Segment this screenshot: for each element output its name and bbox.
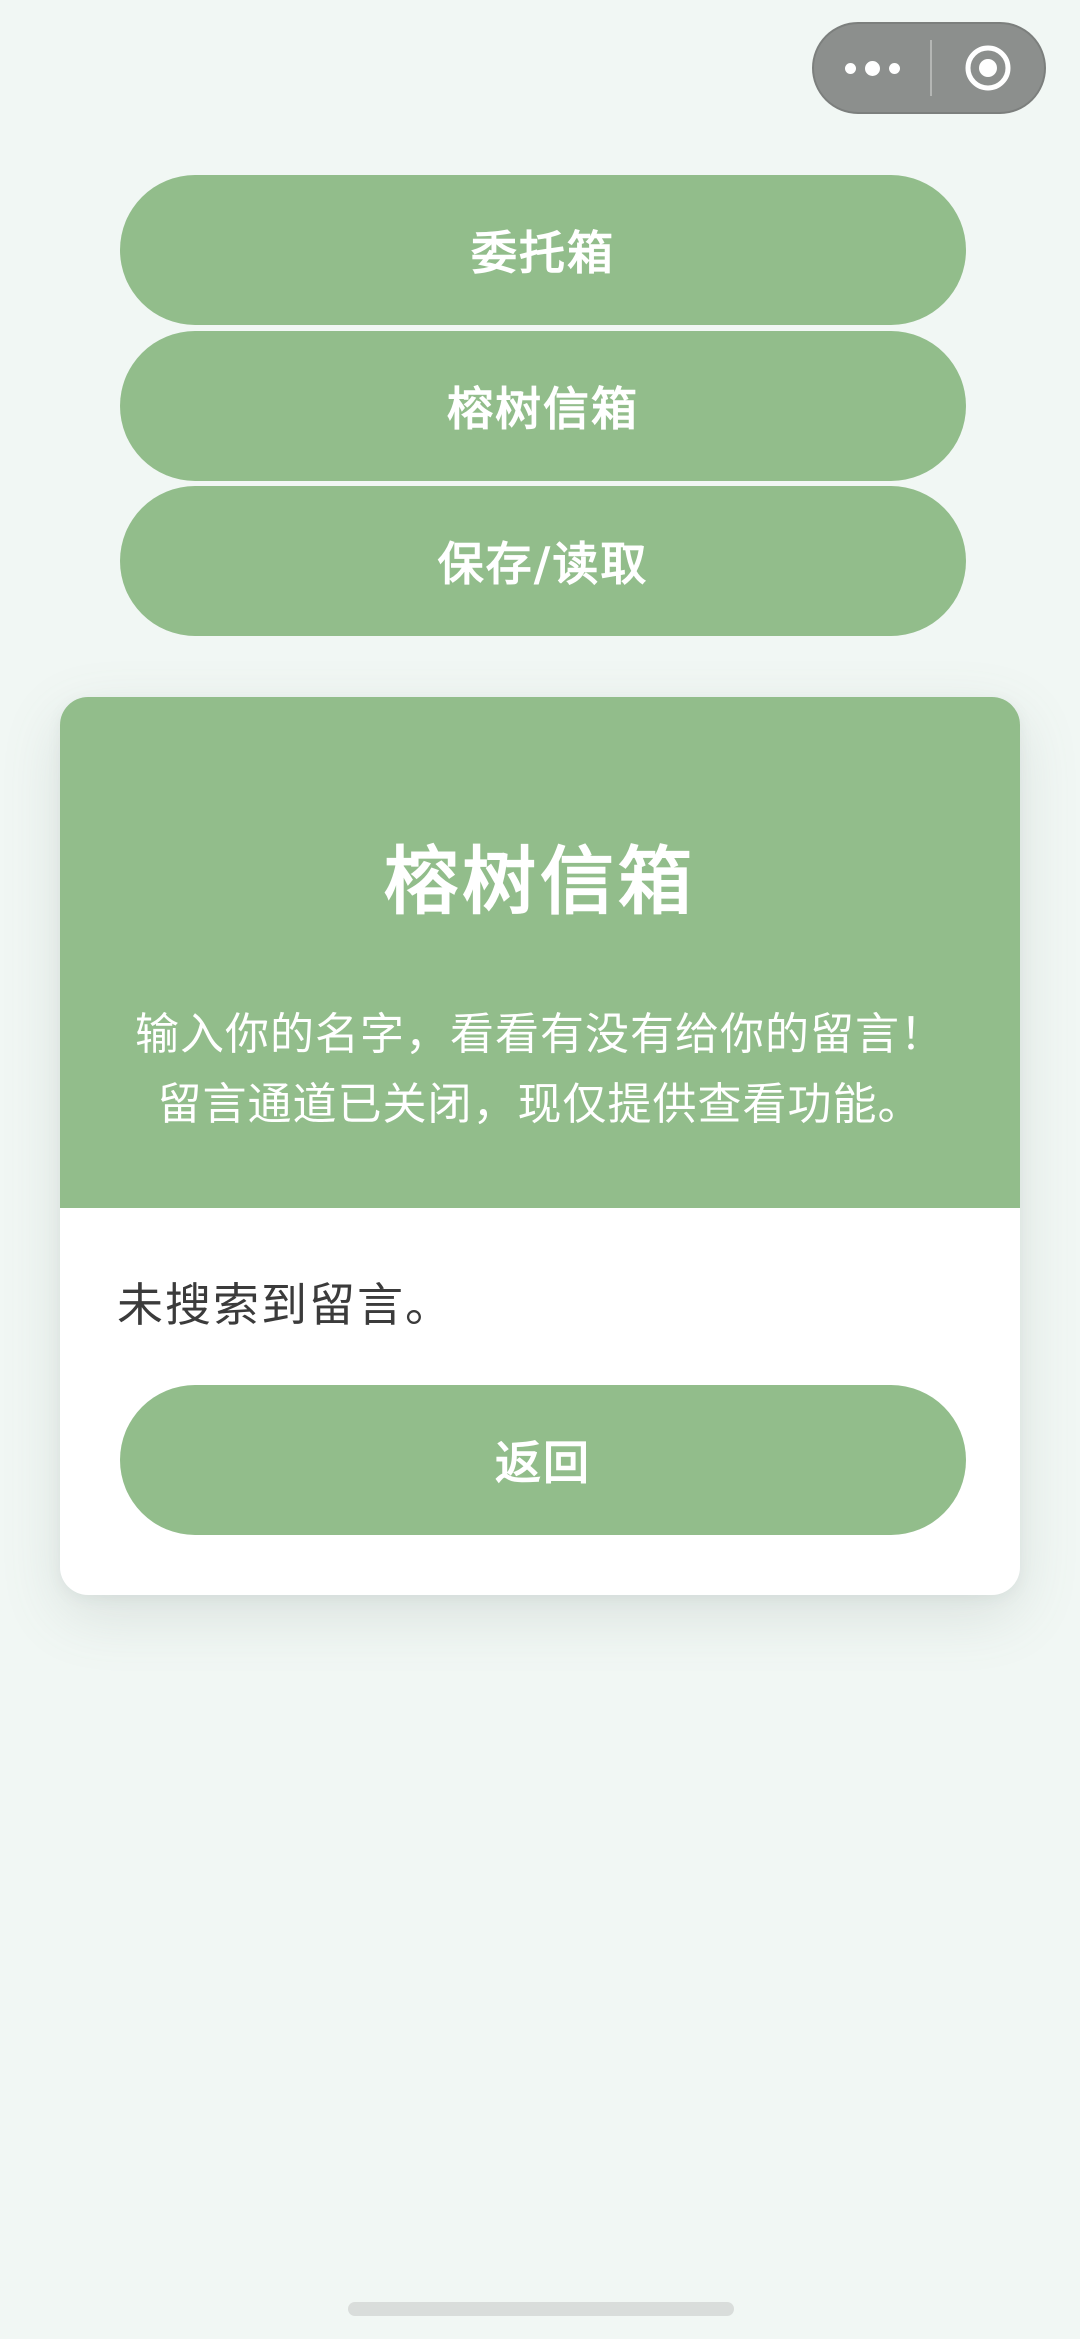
close-miniprogram-button[interactable] [932,24,1044,112]
description-line-2: 留言通道已关闭，现仅提供查看功能。 [157,1079,923,1130]
target-circle-icon [965,45,1011,91]
banyan-mailbox-button[interactable]: 榕树信箱 [120,331,966,481]
save-load-button[interactable]: 保存/读取 [120,486,966,636]
card-header: 榕树信箱 输入你的名字，看看有没有给你的留言！ 留言通道已关闭，现仅提供查看功能… [60,697,1020,1208]
description-line-1: 输入你的名字，看看有没有给你的留言！ [135,1009,945,1060]
mailbox-card: 榕树信箱 输入你的名字，看看有没有给你的留言！ 留言通道已关闭，现仅提供查看功能… [60,697,1020,1595]
search-result-text: 未搜索到留言。 [117,1278,453,1332]
card-description: 输入你的名字，看看有没有给你的留言！ 留言通道已关闭，现仅提供查看功能。 [60,1000,1020,1140]
back-button[interactable]: 返回 [120,1385,966,1535]
more-button[interactable] [814,24,930,112]
miniprogram-capsule [812,22,1046,114]
more-dots-icon [844,62,856,74]
home-indicator[interactable] [348,2302,734,2316]
card-title: 榕树信箱 [384,839,696,925]
commission-box-button[interactable]: 委托箱 [120,175,966,325]
